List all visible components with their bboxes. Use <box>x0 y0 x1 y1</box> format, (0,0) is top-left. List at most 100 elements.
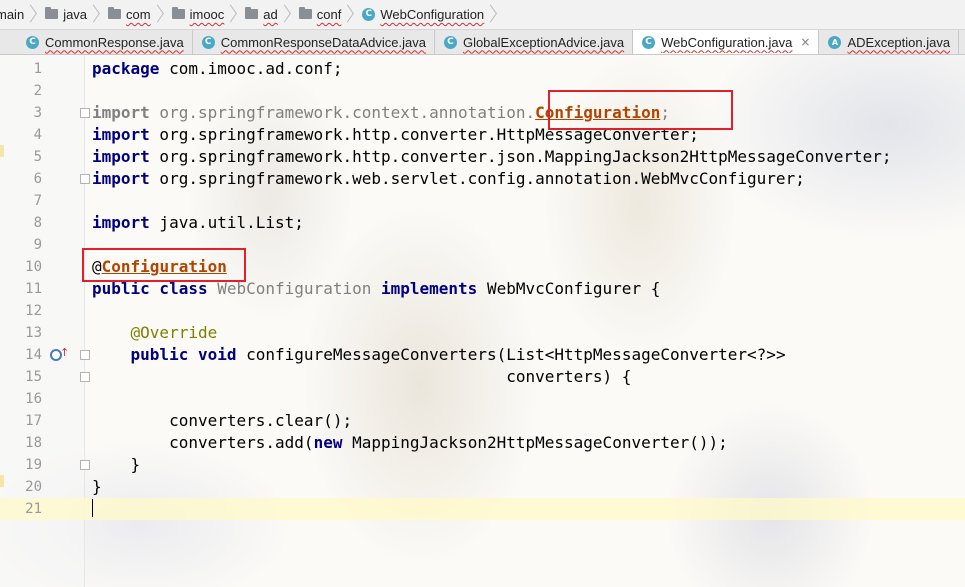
tab-webconfiguration[interactable]: C WebConfiguration.java × <box>633 30 820 54</box>
breadcrumb-item-main[interactable]: main <box>0 0 40 29</box>
tab-commonresponsedataadvice[interactable]: C CommonResponseDataAdvice.java <box>193 30 435 54</box>
code-fragment: com.imooc.ad.conf; <box>159 59 343 78</box>
code-line: 20 } <box>0 476 965 498</box>
line-number: 11 <box>25 281 42 297</box>
close-icon[interactable]: × <box>800 35 810 49</box>
line-number: 4 <box>33 127 42 143</box>
chevron-right-icon <box>282 5 291 25</box>
breadcrumb-item-ad[interactable]: ad <box>240 0 293 29</box>
code-fragment: } <box>92 477 102 496</box>
line-number: 21 <box>25 501 42 517</box>
breadcrumb-label: WebConfiguration <box>380 7 485 22</box>
chevron-right-icon <box>28 5 37 25</box>
line-number: 7 <box>33 193 42 209</box>
breadcrumb-label: imooc <box>189 7 225 22</box>
fold-icon[interactable] <box>80 372 90 382</box>
breadcrumb-item-imooc[interactable]: imooc <box>167 0 241 29</box>
breadcrumb-label: ad <box>263 7 278 22</box>
line-number: 6 <box>33 171 42 187</box>
fold-icon[interactable] <box>80 460 90 470</box>
code-text: public void configureMessageConverters(L… <box>92 344 786 366</box>
chevron-right-icon <box>345 5 354 25</box>
text-cursor <box>92 499 93 517</box>
override-annotation: @Override <box>92 323 218 342</box>
code-line: 2 <box>0 80 965 102</box>
code-text <box>92 498 93 520</box>
code-line: 3 import org.springframework.context.ann… <box>0 102 965 124</box>
code-fragment: converters) { <box>92 367 632 386</box>
line-number: 5 <box>33 149 42 165</box>
highlight-box-import-configuration <box>548 90 733 130</box>
code-line: 12 <box>0 300 965 322</box>
tab-commonresponse[interactable]: C CommonResponse.java <box>0 30 193 54</box>
breadcrumb-item-java[interactable]: java <box>40 0 103 29</box>
keyword: import <box>92 147 150 166</box>
code-line: 13 @Override <box>0 322 965 344</box>
keyword: public void <box>92 345 237 364</box>
keyword: import <box>92 103 150 122</box>
code-text: package com.imooc.ad.conf; <box>92 58 342 80</box>
code-text: converters.clear(); <box>92 410 352 432</box>
code-fragment: converters.add( <box>92 433 314 452</box>
breadcrumb-item-conf[interactable]: conf <box>294 0 358 29</box>
breadcrumb-item-webconfiguration[interactable]: C WebConfiguration <box>357 0 500 29</box>
line-number: 13 <box>25 325 42 341</box>
fold-icon[interactable] <box>80 350 90 360</box>
breadcrumb-label: java <box>63 7 88 22</box>
line-number: 10 <box>25 259 42 275</box>
line-number: 15 <box>25 369 42 385</box>
breadcrumb-label: conf <box>316 7 342 22</box>
line-number: 9 <box>33 237 42 253</box>
line-number: 3 <box>33 105 42 121</box>
breadcrumb: main java com imooc ad conf C WebConfigu… <box>0 0 965 30</box>
editor-tabs: C CommonResponse.java C CommonResponseDa… <box>0 30 965 55</box>
code-text: import org.springframework.web.servlet.c… <box>92 168 805 190</box>
line-number: 8 <box>33 215 42 231</box>
code-fragment: } <box>92 455 141 474</box>
folder-icon <box>245 6 259 19</box>
tab-globalexceptionadvice[interactable]: C GlobalExceptionAdvice.java <box>435 30 634 54</box>
chevron-right-icon <box>228 5 237 25</box>
line-number: 1 <box>33 61 42 77</box>
code-line: 16 <box>0 388 965 410</box>
keyword: new <box>313 433 343 452</box>
folder-icon <box>171 6 185 19</box>
keyword: implements <box>380 279 478 298</box>
class-icon: C <box>362 8 376 21</box>
fold-icon[interactable] <box>80 108 90 118</box>
class-icon: C <box>201 35 215 49</box>
code-line: 1 package com.imooc.ad.conf; <box>0 58 965 80</box>
code-line: 5 import org.springframework.http.conver… <box>0 146 965 168</box>
code-fragment: MappingJackson2HttpMessageConverter()); <box>342 433 728 452</box>
keyword: import <box>92 169 150 188</box>
code-editor[interactable]: 1 package com.imooc.ad.conf; 2 3 import … <box>0 55 965 587</box>
line-number: 2 <box>33 83 42 99</box>
breadcrumb-label: main <box>0 7 25 22</box>
line-number: 14 <box>25 347 42 363</box>
code-text: converters) { <box>92 366 631 388</box>
current-code-line[interactable]: 21 <box>0 498 965 520</box>
code-line: 7 <box>0 190 965 212</box>
code-line: 15 converters) { <box>0 366 965 388</box>
abstract-class-icon: A <box>828 35 842 49</box>
tab-label: GlobalExceptionAdvice.java <box>462 34 625 50</box>
code-text: import org.springframework.http.converte… <box>92 146 892 168</box>
breadcrumb-item-com[interactable]: com <box>103 0 167 29</box>
code-text: @Override <box>92 322 218 344</box>
chevron-right-icon <box>488 5 497 25</box>
code-line: 6 import org.springframework.web.servlet… <box>0 168 965 190</box>
tab-adexception[interactable]: A ADException.java <box>819 30 960 54</box>
line-number: 20 <box>25 479 42 495</box>
code-fragment: org.springframework.web.servlet.config.a… <box>149 169 805 188</box>
code-text: } <box>92 476 102 498</box>
code-text: import java.util.List; <box>92 212 304 234</box>
keyword: import <box>92 213 150 232</box>
fold-icon[interactable] <box>80 174 90 184</box>
code-line: 18 converters.add(new MappingJackson2Htt… <box>0 432 965 454</box>
code-text: } <box>92 454 141 476</box>
breadcrumb-label: com <box>126 7 151 22</box>
code-line: 8 import java.util.List; <box>0 212 965 234</box>
tab-label: WebConfiguration.java <box>661 34 793 50</box>
code-fragment: java.util.List; <box>149 213 304 232</box>
keyword: package <box>92 59 160 78</box>
